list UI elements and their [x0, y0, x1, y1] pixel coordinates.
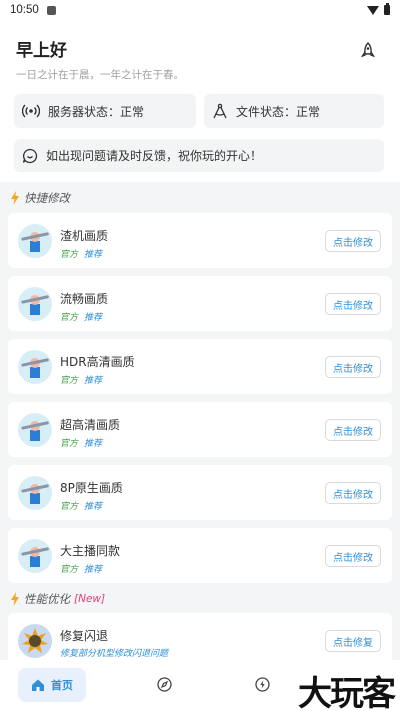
modify-button[interactable]: 点击修改: [325, 419, 381, 441]
tag-official: 官方: [60, 502, 79, 512]
status-bar: 10:50: [0, 0, 400, 20]
item-title: 超高清画质: [60, 418, 121, 432]
chat-bubble-icon: [22, 148, 38, 163]
item-title: 渣机画质: [60, 229, 109, 243]
wrench-mascot-icon: [18, 539, 52, 573]
server-status-card: 服务器状态：正常: [14, 94, 196, 128]
wrench-mascot-icon: [18, 287, 52, 321]
item-title: 大主播同款: [60, 544, 121, 558]
modify-button[interactable]: 点击修改: [325, 356, 381, 378]
item-tags: 官方 推荐: [60, 310, 102, 323]
list-item: HDR高清画质 官方 推荐 点击修改: [8, 339, 392, 394]
list-item: 8P原生画质 官方 推荐 点击修改: [8, 465, 392, 520]
compass-drafting-icon: [213, 103, 227, 119]
bottom-tab-bar: 首页 大玩客: [0, 660, 400, 711]
file-status-text: 文件状态：正常: [236, 104, 321, 119]
section-perf-title: 性能优化: [24, 592, 70, 606]
fix-button[interactable]: 点击修复: [325, 630, 381, 652]
item-subtitle: 修复部分机型修改闪退问题: [60, 649, 169, 659]
item-title: HDR高清画质: [60, 355, 135, 369]
item-title: 8P原生画质: [60, 481, 123, 495]
tag-recommend: 推荐: [84, 376, 103, 386]
greeting-title: 早上好: [16, 41, 67, 61]
tag-official: 官方: [60, 250, 79, 260]
modify-button[interactable]: 点击修改: [325, 230, 381, 252]
list-item: 超高清画质官方 推荐 点击修改: [8, 402, 392, 457]
modify-button[interactable]: 点击修改: [325, 482, 381, 504]
header: 早上好 一日之计在于晨，一年之计在于春。: [0, 20, 400, 84]
section-quick-header: 快捷修改: [10, 190, 70, 206]
tag-recommend: 推荐: [84, 250, 103, 260]
watermark-logo: 大玩客: [298, 674, 396, 711]
item-title: 修复闪退: [60, 629, 109, 643]
item-tags: 官方 推荐: [60, 499, 102, 512]
compass-icon[interactable]: [157, 677, 172, 692]
tag-recommend: 推荐: [84, 502, 103, 512]
greeting-quote: 一日之计在于晨，一年之计在于春。: [16, 69, 184, 81]
tag-official: 官方: [60, 439, 79, 449]
modify-button[interactable]: 点击修改: [325, 545, 381, 567]
notification-icon: [46, 5, 56, 15]
list-item: 流畅画质官方 推荐 点击修改: [8, 276, 392, 331]
lightning-icon: [11, 592, 19, 606]
item-tags: 官方 推荐: [60, 436, 102, 449]
item-tags: 官方 推荐: [60, 247, 102, 260]
wrench-mascot-icon: [18, 224, 52, 258]
battery-icon: [384, 3, 390, 15]
item-tags: 官方 推荐: [60, 562, 102, 575]
tag-recommend: 推荐: [84, 313, 103, 323]
rocket-icon[interactable]: [360, 42, 376, 60]
modify-button[interactable]: 点击修改: [325, 293, 381, 315]
wifi-icon: [367, 5, 379, 15]
item-tags: 官方 推荐: [60, 373, 102, 386]
list-item: 渣机画质官方 推荐 点击修改: [8, 213, 392, 268]
tag-recommend: 推荐: [84, 439, 103, 449]
wrench-mascot-icon: [18, 476, 52, 510]
feedback-text: 如出现问题请及时反馈，祝你玩的开心！: [46, 149, 263, 163]
burst-icon: [18, 624, 52, 658]
section-quick-title: 快捷修改: [24, 191, 70, 205]
lightning-icon: [11, 191, 19, 205]
wrench-mascot-icon: [18, 413, 52, 447]
tab-home[interactable]: 首页: [18, 668, 86, 702]
tag-official: 官方: [60, 565, 79, 575]
lightning-circle-icon[interactable]: [255, 677, 270, 692]
server-status-text: 服务器状态：正常: [48, 104, 145, 119]
home-icon: [32, 679, 44, 691]
tag-recommend: 推荐: [84, 565, 103, 575]
tag-official: 官方: [60, 313, 79, 323]
tag-official: 官方: [60, 376, 79, 386]
status-time: 10:50: [10, 4, 39, 16]
tab-home-label: 首页: [51, 679, 73, 692]
feedback-card[interactable]: 如出现问题请及时反馈，祝你玩的开心！: [14, 139, 384, 172]
section-perf-header: 性能优化 [New]: [10, 591, 105, 607]
item-title: 流畅画质: [60, 292, 109, 306]
new-badge: [New]: [74, 593, 106, 605]
broadcast-icon: [22, 104, 40, 118]
wrench-mascot-icon: [18, 350, 52, 384]
list-item: 大主播同款官方 推荐 点击修改: [8, 528, 392, 583]
info-panel: 服务器状态：正常 文件状态：正常 如出现问题请及时反馈，祝你玩的开心！: [0, 84, 400, 182]
file-status-card: 文件状态：正常: [204, 94, 384, 128]
